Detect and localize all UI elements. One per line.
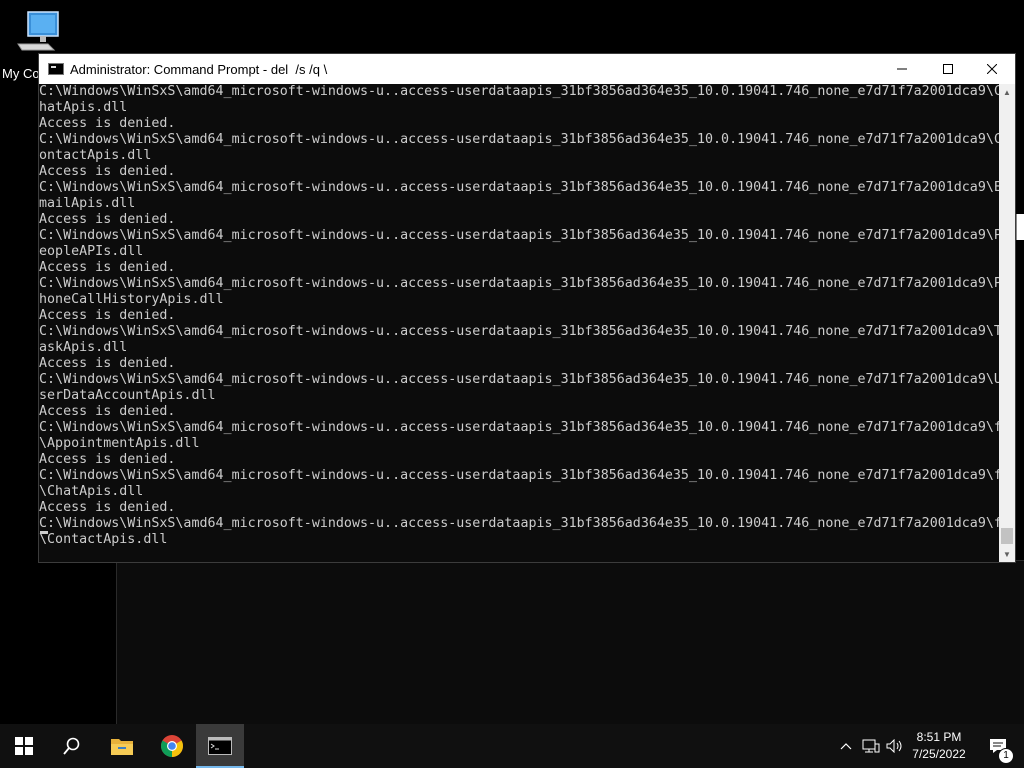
console-line: C:\Windows\WinSxS\amd64_microsoft-window… <box>39 228 999 243</box>
console-line: C:\Windows\WinSxS\amd64_microsoft-window… <box>39 276 999 291</box>
console-line: C:\Windows\WinSxS\amd64_microsoft-window… <box>39 468 999 483</box>
action-center-button[interactable]: 1 <box>978 724 1018 768</box>
console-line: Access is denied. <box>39 308 176 323</box>
command-prompt-window[interactable]: Administrator: Command Prompt - del /s /… <box>38 53 1016 563</box>
console-line: serDataAccountApis.dll <box>39 388 216 403</box>
windows-logo-icon <box>15 737 33 755</box>
taskbar: 8:51 PM 7/25/2022 1 <box>0 724 1024 768</box>
console-line: \ContactApis.dll <box>39 532 168 547</box>
console-line: C:\Windows\WinSxS\amd64_microsoft-window… <box>39 324 999 339</box>
notification-count-badge: 1 <box>998 748 1014 764</box>
desktop-icon-label: My Co <box>2 66 40 81</box>
search-button[interactable] <box>48 724 96 768</box>
title-bar[interactable]: Administrator: Command Prompt - del /s /… <box>39 54 1015 84</box>
console-line: mailApis.dll <box>39 196 136 211</box>
start-button[interactable] <box>0 724 48 768</box>
minimize-icon <box>897 68 907 70</box>
console-line: Access is denied. <box>39 452 176 467</box>
console-line: hatApis.dll <box>39 100 128 115</box>
command-prompt-app-icon <box>48 63 64 75</box>
console-line: Access is denied. <box>39 260 176 275</box>
maximize-button[interactable] <box>925 54 971 84</box>
taskbar-chrome[interactable] <box>148 724 196 768</box>
text-cursor <box>40 531 48 534</box>
background-window <box>116 560 1024 725</box>
close-icon <box>987 64 997 74</box>
show-hidden-icons-button[interactable] <box>836 724 856 768</box>
console-line: \AppointmentApis.dll <box>39 436 200 451</box>
volume-button[interactable] <box>884 724 906 768</box>
chrome-icon <box>161 735 183 757</box>
console-line: Access is denied. <box>39 164 176 179</box>
console-output[interactable]: C:\Windows\WinSxS\amd64_microsoft-window… <box>39 84 999 562</box>
network-button[interactable] <box>860 724 882 768</box>
console-line: C:\Windows\WinSxS\amd64_microsoft-window… <box>39 132 999 147</box>
scroll-up-arrow-icon[interactable]: ▲ <box>999 84 1015 100</box>
close-button[interactable] <box>969 54 1015 84</box>
command-prompt-icon <box>208 737 232 755</box>
taskbar-file-explorer[interactable] <box>98 724 146 768</box>
console-line: C:\Windows\WinSxS\amd64_microsoft-window… <box>39 516 999 531</box>
maximize-icon <box>943 64 953 74</box>
computer-icon <box>17 11 59 51</box>
minimize-button[interactable] <box>879 54 925 84</box>
scroll-thumb[interactable] <box>1001 528 1013 544</box>
console-line: eopleAPIs.dll <box>39 244 144 259</box>
search-icon <box>63 737 80 755</box>
vertical-scrollbar[interactable]: ▲ ▼ <box>999 84 1015 562</box>
console-line: \ChatApis.dll <box>39 484 144 499</box>
scroll-down-arrow-icon[interactable]: ▼ <box>999 546 1015 562</box>
console-line: Access is denied. <box>39 356 176 371</box>
console-line: Access is denied. <box>39 212 176 227</box>
console-line: askApis.dll <box>39 340 128 355</box>
speaker-icon <box>886 739 902 753</box>
clock-date: 7/25/2022 <box>912 747 966 761</box>
clock-time: 8:51 PM <box>916 730 962 744</box>
clock[interactable]: 8:51 PM 7/25/2022 <box>906 729 972 763</box>
file-explorer-icon <box>111 739 133 755</box>
console-line: honeCallHistoryApis.dll <box>39 292 224 307</box>
console-line: ontactApis.dll <box>39 148 152 163</box>
taskbar-command-prompt[interactable] <box>196 724 244 768</box>
console-line: C:\Windows\WinSxS\amd64_microsoft-window… <box>39 420 999 435</box>
console-line: Access is denied. <box>39 500 176 515</box>
console-line: C:\Windows\WinSxS\amd64_microsoft-window… <box>39 372 999 387</box>
console-line: Access is denied. <box>39 404 176 419</box>
console-line: C:\Windows\WinSxS\amd64_microsoft-window… <box>39 84 999 99</box>
background-window-edge <box>1016 214 1024 240</box>
chevron-up-icon <box>840 743 852 750</box>
console-line: C:\Windows\WinSxS\amd64_microsoft-window… <box>39 180 999 195</box>
network-icon <box>862 739 880 753</box>
console-line: Access is denied. <box>39 116 176 131</box>
window-title: Administrator: Command Prompt - del /s /… <box>70 61 328 77</box>
